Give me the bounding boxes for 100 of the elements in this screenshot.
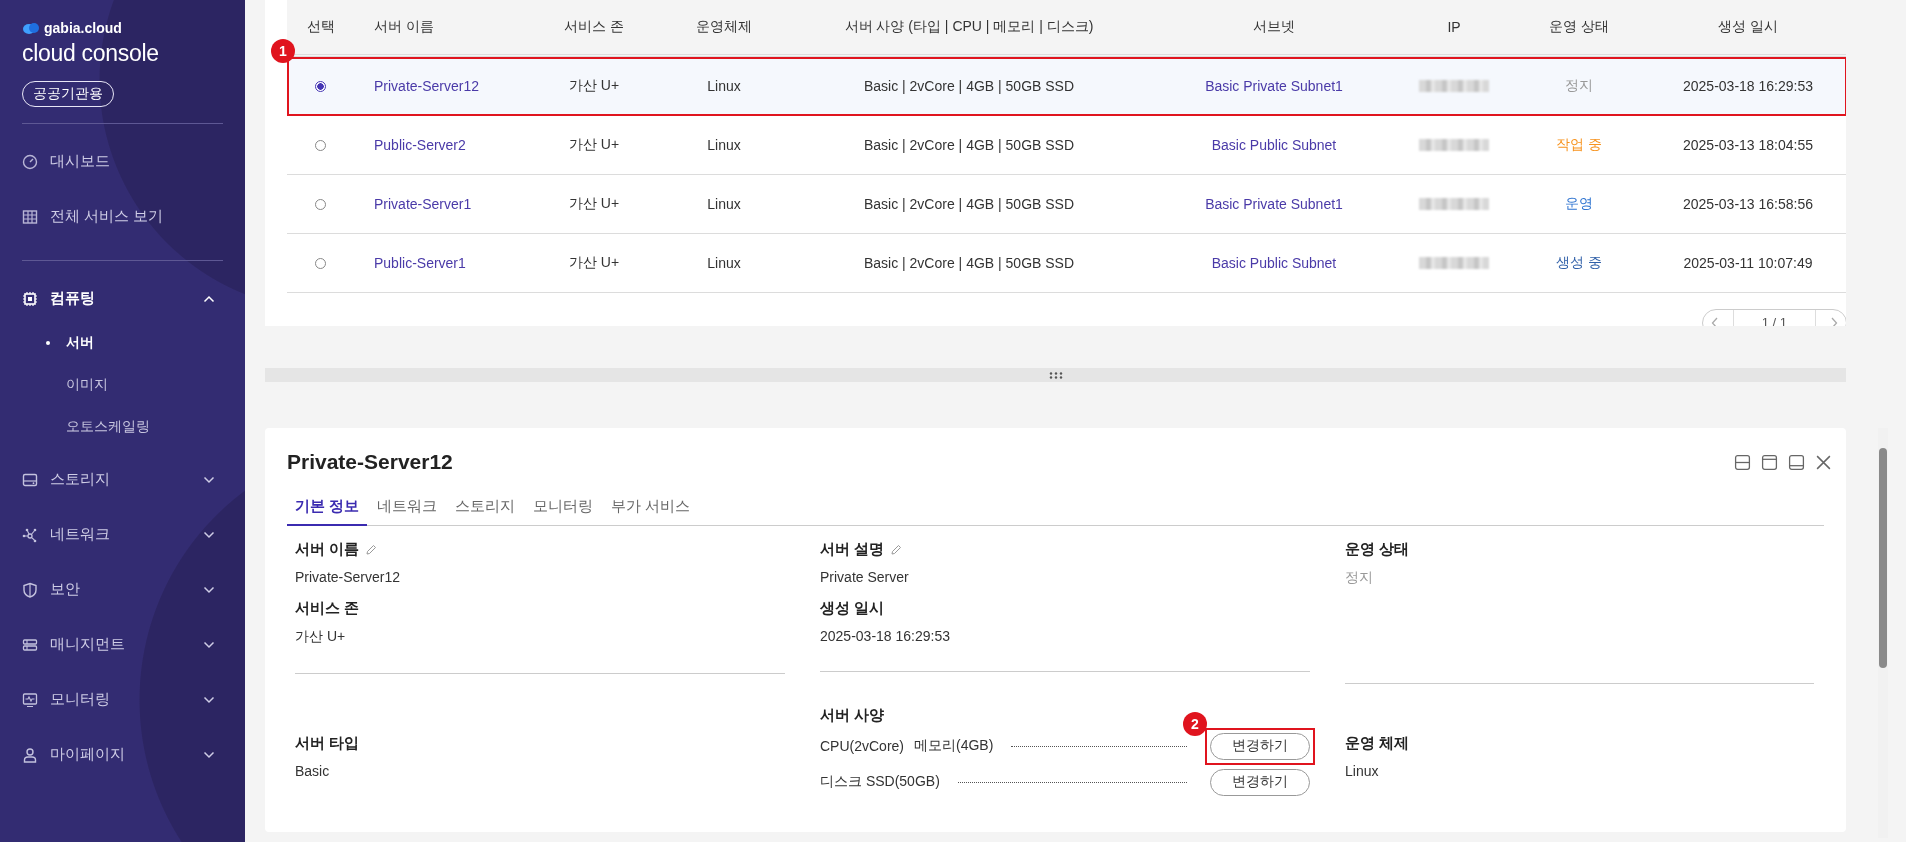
radio-button[interactable]: [315, 80, 326, 92]
spec-text: CPU(2vCore): [820, 738, 904, 754]
column-header: 선택: [305, 18, 336, 36]
detail-title: Private-Server12: [287, 450, 453, 474]
field-label: 생성 일시: [820, 599, 885, 618]
table-cell-text: 2025-03-18 16:29:53: [1682, 78, 1814, 94]
close-icon[interactable]: [1815, 453, 1832, 471]
field-value: 2025-03-18 16:29:53: [820, 628, 951, 644]
column-header: 서버 이름: [373, 18, 435, 36]
callout-badge: 1: [271, 39, 295, 63]
shield-icon: [22, 581, 38, 598]
table-cell-text: Basic | 2vCore | 4GB | 50GB SSD: [862, 78, 1076, 94]
spec-text: 디스크 SSD(50GB): [820, 773, 940, 791]
subnet-link[interactable]: Basic Public Subnet: [1149, 137, 1399, 153]
field-label: 서비스 존: [295, 599, 360, 618]
nav-group[interactable]: 네트워크: [22, 507, 223, 562]
table-row[interactable]: Private-Server1 가산 U+ Linux Basic | 2vCore | 4GB | 50GB SSD Basic Private Subnet1 운영 2025-03-13 16:58:56: [287, 175, 1846, 234]
field-label: 서버 이름: [295, 540, 360, 559]
network-icon: [22, 526, 38, 543]
table-row[interactable]: Public-Server1 가산 U+ Linux Basic | 2vCore | 4GB | 50GB SSD Basic Public Subnet 생성 중 2025-03-11 10:07:49: [287, 234, 1846, 293]
field-value: Linux: [1345, 763, 1380, 779]
chevron-right-icon[interactable]: [1830, 317, 1838, 326]
field-value: Private Server: [820, 569, 910, 585]
column-header: 운영 상태: [1548, 18, 1610, 36]
nav-group[interactable]: 매니지먼트: [22, 617, 223, 672]
product-name: cloud console: [22, 40, 160, 67]
radio-button[interactable]: [315, 198, 326, 210]
column-header: 생성 일시: [1717, 18, 1779, 36]
dock-bottom-icon[interactable]: [1788, 453, 1805, 471]
nav-group[interactable]: 보안: [22, 562, 223, 617]
chip-icon: [22, 290, 38, 307]
nav-subitem[interactable]: 이미지: [22, 364, 223, 406]
grip-icon: [1048, 371, 1063, 379]
grid-icon: [22, 208, 38, 225]
redacted-ip-placeholder: [1419, 198, 1489, 210]
spec-text: 메모리(4GB): [914, 737, 994, 755]
subnet-link[interactable]: Basic Private Subnet1: [1149, 196, 1399, 212]
nav-subitem[interactable]: 오토스케일링: [22, 406, 223, 448]
chevron-left-icon[interactable]: [1710, 317, 1719, 326]
radio-button[interactable]: [315, 139, 326, 151]
table-cell-text: 2025-03-13 16:58:56: [1682, 196, 1814, 212]
tab[interactable]: 네트워크: [369, 497, 446, 526]
field-value: 정지: [1345, 569, 1374, 587]
server-stack-icon: [22, 636, 38, 653]
server-name-link[interactable]: Public-Server2: [354, 137, 529, 153]
tab[interactable]: 모니터링: [525, 497, 602, 526]
table-cell-text: Linux: [706, 137, 742, 153]
monitor-icon: [22, 691, 38, 708]
table-cell-text: Basic | 2vCore | 4GB | 50GB SSD: [862, 137, 1076, 153]
change-button[interactable]: 변경하기: [1210, 768, 1310, 796]
status-text: 운영: [1564, 195, 1594, 213]
tab[interactable]: 기본 정보: [287, 497, 368, 526]
column-header: 서비스 존: [563, 18, 625, 36]
field-value: 가산 U+: [295, 628, 347, 646]
nav-group[interactable]: 스토리지: [22, 452, 223, 507]
change-button[interactable]: 변경하기: [1210, 732, 1310, 760]
status-text: 작업 중: [1555, 136, 1603, 154]
subnet-link[interactable]: Basic Private Subnet1: [1149, 78, 1399, 94]
server-name-link[interactable]: Private-Server12: [354, 78, 529, 94]
field-label: 운영 체제: [1345, 734, 1410, 753]
field-label: 서버 설명: [820, 540, 885, 559]
tab[interactable]: 부가 서비스: [603, 497, 699, 526]
table-row[interactable]: Private-Server12 가산 U+ Linux Basic | 2vCore | 4GB | 50GB SSD Basic Private Subnet1 정지 2025-03-18 16:29:53: [287, 57, 1846, 116]
table-cell-text: 가산 U+: [567, 136, 621, 154]
table-cell-text: 가산 U+: [567, 195, 621, 213]
table-cell-text: Linux: [706, 255, 742, 271]
nav-group[interactable]: 모니터링: [22, 672, 223, 727]
subnet-link[interactable]: Basic Public Subnet: [1149, 255, 1399, 271]
column-header: 서브넷: [1252, 18, 1296, 36]
redacted-ip-placeholder: [1419, 257, 1489, 269]
tab[interactable]: 스토리지: [447, 497, 524, 526]
status-text: 생성 중: [1555, 254, 1603, 272]
field-label: 서버 사양: [820, 706, 885, 725]
nav-item[interactable]: 전체 서비스 보기: [22, 189, 223, 244]
column-header: 서버 사양 (타입 | CPU | 메모리 | 디스크): [843, 18, 1095, 36]
table-cell-text: Linux: [706, 78, 742, 94]
dock-top-icon[interactable]: [1761, 453, 1778, 471]
table-cell-text: 가산 U+: [567, 254, 621, 272]
table-row[interactable]: Public-Server2 가산 U+ Linux Basic | 2vCore | 4GB | 50GB SSD Basic Public Subnet 작업 중 2025-03-13 18:04:55: [287, 116, 1846, 175]
field-label: 운영 상태: [1345, 540, 1410, 559]
pencil-icon[interactable]: [890, 543, 903, 556]
table-cell-text: 2025-03-13 18:04:55: [1682, 137, 1814, 153]
split-horizontal-icon[interactable]: [1734, 453, 1751, 471]
drive-icon: [22, 471, 38, 488]
cloud-logo-icon: [22, 21, 40, 35]
nav-item[interactable]: 대시보드: [22, 134, 223, 189]
brand-name: gabia.cloud: [44, 20, 122, 36]
pencil-icon[interactable]: [365, 543, 378, 556]
redacted-ip-placeholder: [1419, 139, 1489, 151]
table-cell-text: Linux: [706, 196, 742, 212]
radio-button[interactable]: [315, 257, 326, 269]
server-name-link[interactable]: Private-Server1: [354, 196, 529, 212]
nav-group[interactable]: 마이페이지: [22, 727, 223, 782]
field-value: Basic: [295, 763, 331, 779]
status-text: 정지: [1564, 77, 1594, 95]
person-icon: [22, 746, 38, 763]
table-cell-text: Basic | 2vCore | 4GB | 50GB SSD: [862, 196, 1076, 212]
table-cell-text: Basic | 2vCore | 4GB | 50GB SSD: [862, 255, 1076, 271]
gauge-icon: [22, 153, 38, 170]
server-name-link[interactable]: Public-Server1: [354, 255, 529, 271]
